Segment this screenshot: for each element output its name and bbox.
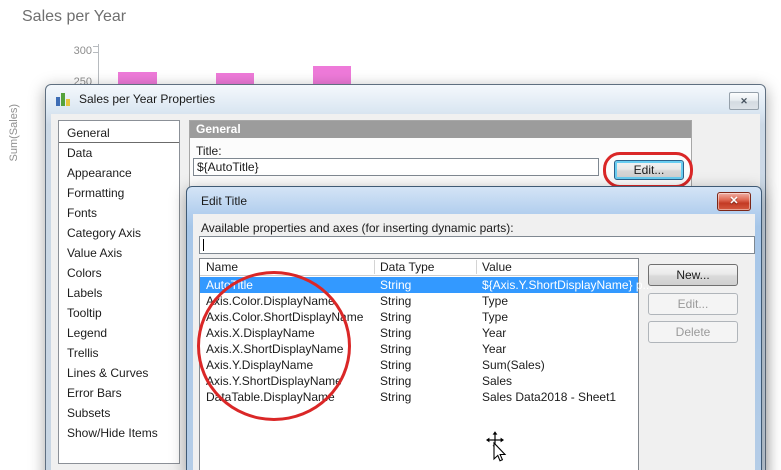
- page-title: Sales per Year: [22, 8, 127, 25]
- column-header-value[interactable]: Value: [482, 259, 512, 276]
- y-axis-line: [98, 44, 99, 85]
- cell-type: String: [380, 310, 412, 324]
- properties-table: Name Data Type Value AutoTitle String ${…: [199, 258, 653, 470]
- cell-type: String: [380, 374, 412, 388]
- new-button[interactable]: New...: [648, 264, 738, 286]
- column-header-data-type[interactable]: Data Type: [380, 259, 434, 276]
- cell-name: Axis.Y.DisplayName: [206, 358, 314, 372]
- edit-title-button[interactable]: Edit...: [614, 160, 684, 180]
- edit-title-dialog-titlebar[interactable]: Edit Title: [187, 187, 761, 214]
- cell-value: Sum(Sales): [482, 358, 545, 372]
- cell-name: Axis.X.ShortDisplayName: [206, 342, 344, 356]
- sidebar-item-formatting[interactable]: Formatting: [59, 183, 179, 203]
- property-filter-input[interactable]: [199, 236, 755, 254]
- sidebar-item-lines-curves[interactable]: Lines & Curves: [59, 363, 179, 383]
- cell-value: Year: [482, 326, 507, 340]
- cell-value: Type: [482, 294, 509, 308]
- edit-title-dialog: Edit Title ✕ Available properties and ax…: [186, 186, 762, 470]
- sidebar-item-appearance[interactable]: Appearance: [59, 163, 179, 183]
- cell-value: Sales: [482, 374, 513, 388]
- column-separator: [476, 260, 477, 274]
- y-axis-tickmark: [93, 46, 98, 47]
- table-row[interactable]: Axis.X.ShortDisplayName String Year: [200, 341, 638, 357]
- text-caret: [203, 239, 204, 251]
- cell-value: Type: [482, 310, 509, 324]
- cell-value: Sales Data2018 - Sheet1: [482, 390, 617, 404]
- cell-type: String: [380, 342, 412, 356]
- table-rows: AutoTitle String ${Axis.Y.ShortDisplayNa…: [200, 277, 653, 405]
- sidebar-item-labels[interactable]: Labels: [59, 283, 179, 303]
- cell-type: String: [380, 390, 412, 404]
- close-icon[interactable]: ✕: [729, 92, 759, 110]
- properties-sidebar: General Data Appearance Formatting Fonts…: [58, 120, 180, 464]
- cell-name: Axis.Color.ShortDisplayName: [206, 310, 364, 324]
- sidebar-item-category-axis[interactable]: Category Axis: [59, 223, 179, 243]
- y-axis-tickmark: [93, 52, 98, 53]
- table-row[interactable]: Axis.Color.ShortDisplayName String Type: [200, 309, 638, 325]
- table-row[interactable]: Axis.X.DisplayName String Year: [200, 325, 638, 341]
- sidebar-item-fonts[interactable]: Fonts: [59, 203, 179, 223]
- properties-dialog-titlebar[interactable]: Sales per Year Properties: [46, 85, 765, 113]
- cell-type: String: [380, 278, 412, 292]
- sidebar-item-value-axis[interactable]: Value Axis: [59, 243, 179, 263]
- cell-type: String: [380, 326, 412, 340]
- cell-name: AutoTitle: [206, 278, 253, 292]
- sidebar-item-general[interactable]: General: [59, 123, 179, 143]
- title-input[interactable]: [193, 158, 599, 176]
- cell-type: String: [380, 358, 412, 372]
- table-row[interactable]: Axis.Color.DisplayName String Type: [200, 293, 638, 309]
- cell-value: Year: [482, 342, 507, 356]
- cell-name: Axis.Color.DisplayName: [206, 294, 335, 308]
- edit-title-dialog-body: Available properties and axes (for inser…: [193, 214, 755, 470]
- column-header-name[interactable]: Name: [206, 259, 238, 276]
- instruction-label: Available properties and axes (for inser…: [201, 221, 514, 235]
- cell-type: String: [380, 294, 412, 308]
- edit-title-dialog-title: Edit Title: [201, 193, 248, 208]
- title-field-label: Title:: [196, 144, 222, 158]
- sidebar-item-trellis[interactable]: Trellis: [59, 343, 179, 363]
- bar-chart-icon: [56, 92, 71, 106]
- cell-value: ${Axis.Y.ShortDisplayName} p...: [482, 278, 653, 292]
- y-axis-title: Sum(Sales): [8, 104, 20, 162]
- sidebar-item-error-bars[interactable]: Error Bars: [59, 383, 179, 403]
- cell-name: DataTable.DisplayName: [206, 390, 335, 404]
- close-icon[interactable]: ✕: [717, 192, 751, 211]
- cell-name: Axis.Y.ShortDisplayName: [206, 374, 342, 388]
- y-tick-300: 300: [73, 45, 92, 57]
- table-row[interactable]: Axis.Y.DisplayName String Sum(Sales): [200, 357, 638, 373]
- cell-name: Axis.X.DisplayName: [206, 326, 315, 340]
- table-row[interactable]: AutoTitle String ${Axis.Y.ShortDisplayNa…: [200, 277, 653, 293]
- section-header: General: [190, 121, 691, 138]
- properties-dialog-title: Sales per Year Properties: [79, 92, 216, 106]
- sidebar-item-data[interactable]: Data: [59, 143, 179, 163]
- column-separator: [374, 260, 375, 274]
- sidebar-item-show-hide-items[interactable]: Show/Hide Items: [59, 423, 179, 443]
- table-row[interactable]: DataTable.DisplayName String Sales Data2…: [200, 389, 638, 405]
- table-header[interactable]: Name Data Type Value: [200, 259, 638, 276]
- table-row[interactable]: Axis.Y.ShortDisplayName String Sales: [200, 373, 638, 389]
- sidebar-item-legend[interactable]: Legend: [59, 323, 179, 343]
- sidebar-item-subsets[interactable]: Subsets: [59, 403, 179, 423]
- sidebar-item-colors[interactable]: Colors: [59, 263, 179, 283]
- delete-button[interactable]: Delete: [648, 321, 738, 343]
- edit-button[interactable]: Edit...: [648, 293, 738, 315]
- sidebar-item-tooltip[interactable]: Tooltip: [59, 303, 179, 323]
